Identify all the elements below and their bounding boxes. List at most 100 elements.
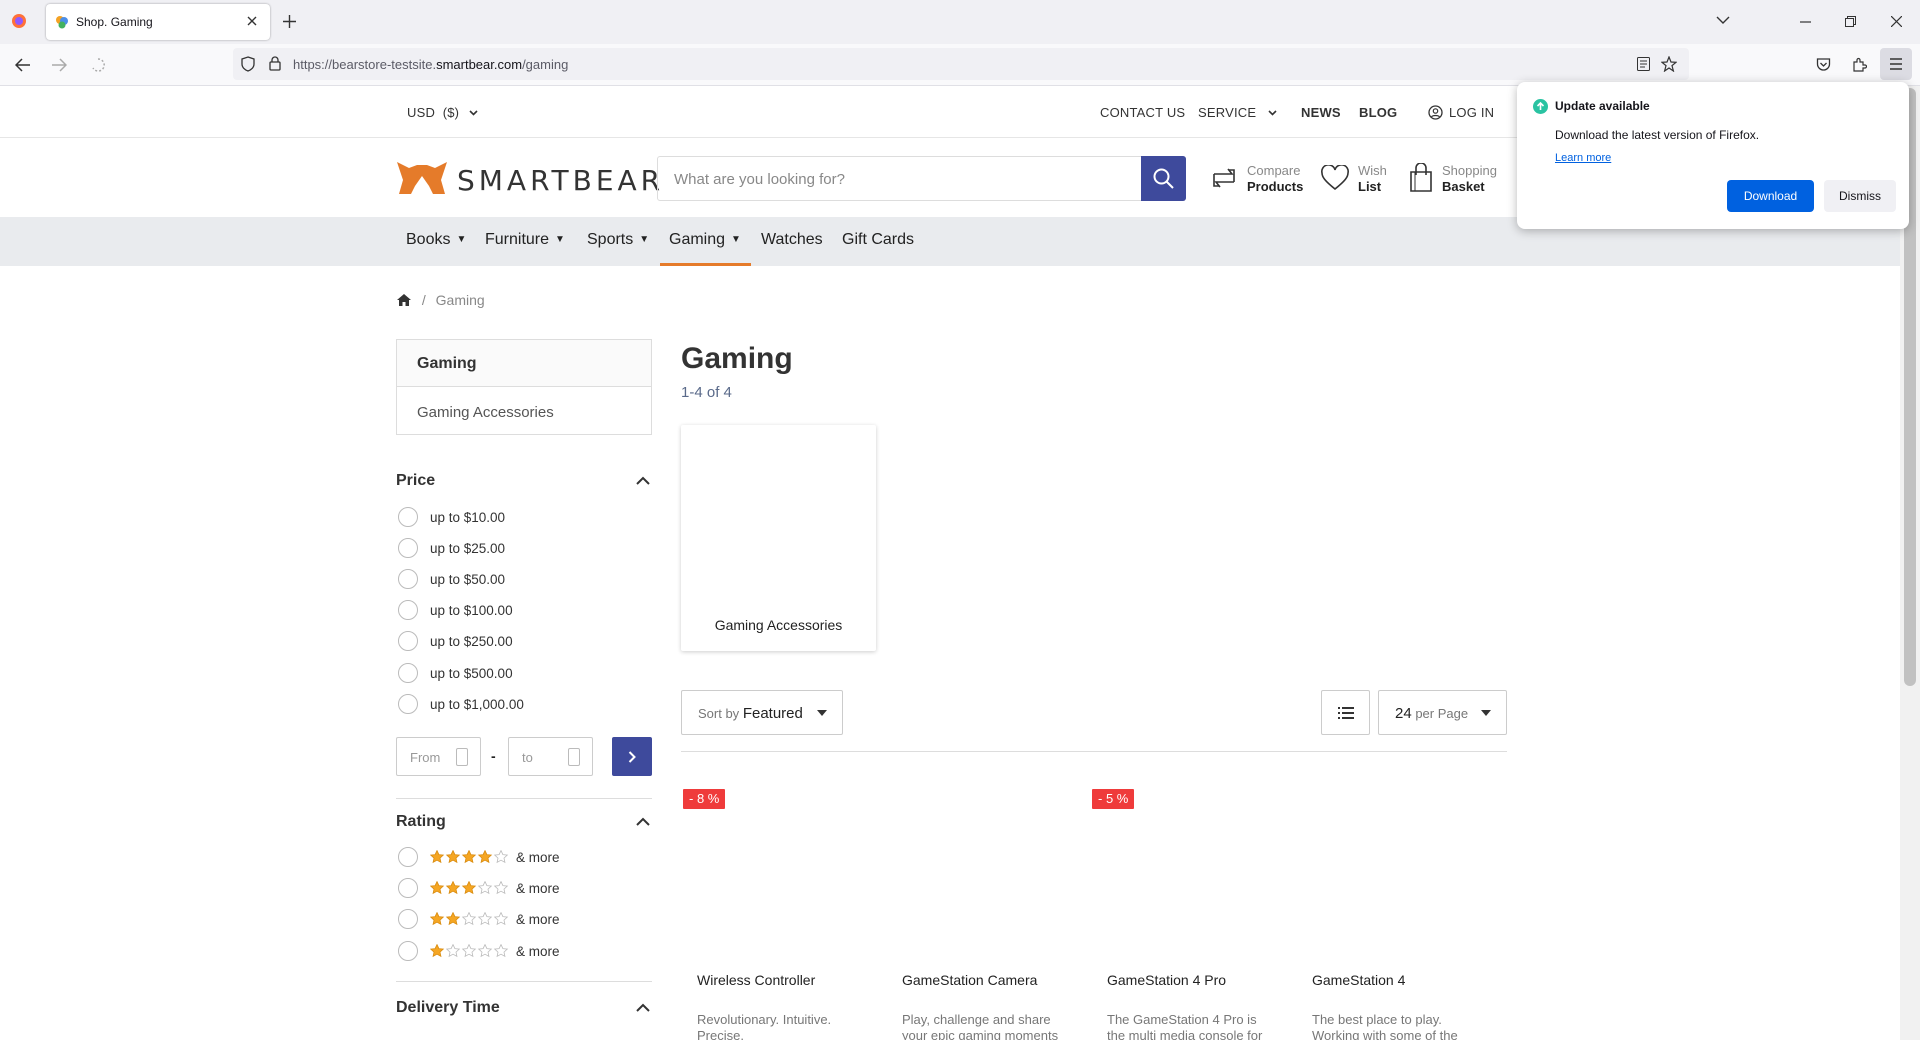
url-bar[interactable]: https://bearstore-testsite.smartbear.com… xyxy=(233,48,1689,80)
price-facet-title[interactable]: Price xyxy=(396,472,435,490)
web-page: USD ($) CONTACT US SERVICE NEWS BLOG LOG… xyxy=(0,86,1900,1040)
restore-window-icon[interactable] xyxy=(1845,16,1856,27)
reader-view-icon[interactable] xyxy=(1637,57,1650,71)
bookmark-star-icon[interactable] xyxy=(1661,56,1677,72)
star-filled-icon xyxy=(430,881,445,895)
smartbear-logo[interactable]: SMARTBEAR xyxy=(395,160,660,197)
radio-button[interactable] xyxy=(398,847,418,867)
forward-arrow-icon[interactable] xyxy=(51,58,67,72)
vertical-scrollbar[interactable] xyxy=(1900,86,1920,1040)
range-separator: - xyxy=(491,748,496,764)
learn-more-link[interactable]: Learn more xyxy=(1555,152,1611,164)
product-description: The best place to play. Working with som… xyxy=(1312,1012,1458,1040)
chevron-up-icon[interactable] xyxy=(636,476,650,486)
nav-item-gift-cards[interactable]: Gift Cards xyxy=(842,231,914,249)
chevron-up-icon[interactable] xyxy=(636,817,650,827)
close-window-icon[interactable] xyxy=(1891,16,1902,27)
price-to-input[interactable]: to xyxy=(508,737,593,776)
chevron-down-icon xyxy=(469,110,478,116)
per-page-dropdown[interactable]: 24 per Page xyxy=(1378,690,1507,735)
search-box[interactable]: What are you looking for? xyxy=(657,156,1186,201)
chevron-down-icon: ▼ xyxy=(731,234,741,245)
star-empty-icon xyxy=(477,881,493,895)
chevron-up-icon[interactable] xyxy=(636,1003,650,1013)
category-card[interactable]: Gaming Accessories xyxy=(681,425,876,651)
sort-dropdown[interactable]: Sort by Featured xyxy=(681,690,843,735)
login-link[interactable]: LOG IN xyxy=(1428,105,1494,120)
chevron-down-icon xyxy=(1268,110,1277,116)
search-input[interactable]: What are you looking for? xyxy=(674,171,845,188)
lock-icon[interactable] xyxy=(269,56,281,71)
heart-icon xyxy=(1321,165,1349,191)
minimize-window-icon[interactable] xyxy=(1800,21,1811,23)
logo-wordmark: SMARTBEAR xyxy=(457,164,665,197)
chevron-down-icon: ▼ xyxy=(639,234,650,245)
app-menu-icon[interactable] xyxy=(1880,48,1912,80)
star-empty-icon xyxy=(445,944,461,958)
radio-button[interactable] xyxy=(398,507,418,527)
star-filled-icon xyxy=(430,850,445,864)
nav-item-furniture[interactable]: Furniture ▼ xyxy=(485,231,565,249)
list-icon xyxy=(1338,707,1354,719)
download-button[interactable]: Download xyxy=(1727,180,1814,212)
radio-button[interactable] xyxy=(398,941,418,961)
contact-us-link[interactable]: CONTACT US xyxy=(1100,105,1185,120)
star-filled-icon xyxy=(461,850,477,864)
star-rating xyxy=(430,912,510,926)
news-link[interactable]: NEWS xyxy=(1301,105,1341,120)
new-tab-icon[interactable] xyxy=(283,15,296,28)
nav-item-watches[interactable]: Watches xyxy=(761,231,823,249)
list-view-button[interactable] xyxy=(1321,690,1370,735)
radio-button[interactable] xyxy=(398,663,418,683)
search-icon xyxy=(1153,168,1174,189)
chevron-right-icon xyxy=(628,751,636,763)
radio-button[interactable] xyxy=(398,694,418,714)
radio-button[interactable] xyxy=(398,909,418,929)
star-rating xyxy=(430,850,510,864)
back-arrow-icon[interactable] xyxy=(15,58,31,72)
facet-divider xyxy=(396,798,652,799)
price-from-input[interactable]: From xyxy=(396,737,481,776)
tracking-shield-icon[interactable] xyxy=(241,56,255,72)
dismiss-button[interactable]: Dismiss xyxy=(1824,180,1896,212)
service-menu[interactable]: SERVICE xyxy=(1198,105,1277,120)
url-text: https://bearstore-testsite.smartbear.com… xyxy=(293,57,569,72)
close-tab-icon[interactable] xyxy=(246,15,258,27)
home-icon[interactable] xyxy=(396,293,412,307)
product-name[interactable]: GameStation 4 xyxy=(1312,972,1405,988)
stepper-icon[interactable] xyxy=(456,748,468,766)
star-rating xyxy=(430,944,510,958)
tab-active[interactable]: Shop. Gaming xyxy=(46,4,270,40)
search-button[interactable] xyxy=(1141,156,1186,201)
apply-price-button[interactable] xyxy=(612,737,652,776)
tab-list-chevron-icon[interactable] xyxy=(1716,16,1730,25)
radio-button[interactable] xyxy=(398,631,418,651)
rating-facet-title[interactable]: Rating xyxy=(396,813,446,831)
user-circle-icon xyxy=(1428,105,1443,120)
radio-button[interactable] xyxy=(398,878,418,898)
discount-badge: - 5 % xyxy=(1092,789,1135,809)
category-current[interactable]: Gaming xyxy=(397,340,651,387)
delivery-facet-title[interactable]: Delivery Time xyxy=(396,999,500,1017)
radio-button[interactable] xyxy=(398,600,418,620)
blog-link[interactable]: BLOG xyxy=(1359,105,1397,120)
site-favicon-icon xyxy=(55,15,69,29)
product-name[interactable]: GameStation Camera xyxy=(902,972,1037,988)
nav-item-gaming[interactable]: Gaming ▼ xyxy=(669,231,741,249)
product-name[interactable]: Wireless Controller xyxy=(697,972,815,988)
product-name[interactable]: GameStation 4 Pro xyxy=(1107,972,1226,988)
product-description: Revolutionary. Intuitive. Precise. xyxy=(697,1012,832,1040)
radio-button[interactable] xyxy=(398,538,418,558)
nav-item-books[interactable]: Books ▼ xyxy=(406,231,466,249)
firefox-menu-icon[interactable] xyxy=(10,12,28,30)
pocket-icon[interactable] xyxy=(1816,57,1831,72)
extensions-icon[interactable] xyxy=(1852,57,1867,72)
radio-button[interactable] xyxy=(398,569,418,589)
currency-selector[interactable]: USD ($) xyxy=(407,105,478,120)
star-empty-icon xyxy=(493,912,509,926)
active-nav-indicator xyxy=(660,263,751,266)
reload-icon[interactable] xyxy=(90,57,106,73)
nav-item-sports[interactable]: Sports ▼ xyxy=(587,231,649,249)
star-empty-icon xyxy=(461,912,477,926)
stepper-icon[interactable] xyxy=(568,748,580,766)
